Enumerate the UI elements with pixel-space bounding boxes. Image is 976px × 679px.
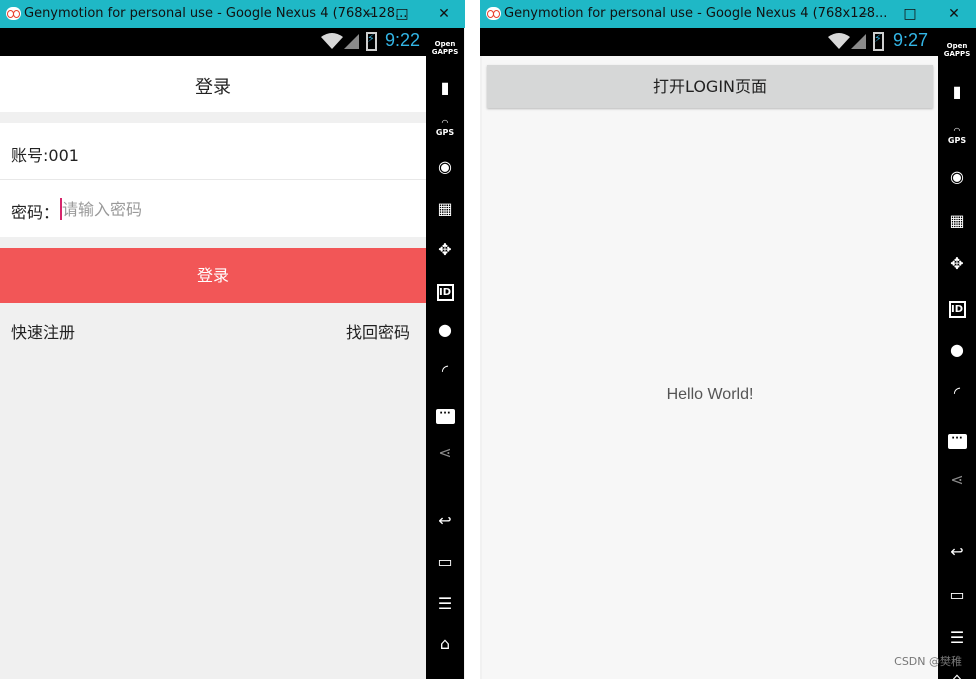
home-icon[interactable]: ⌂ [426,634,464,654]
recent-apps-icon[interactable]: ▭ [426,552,464,572]
wifi-icon [321,33,343,49]
title-bar: Genymotion for personal use - Google Nex… [480,0,976,28]
battery-icon[interactable]: ▮ [426,78,464,98]
webcam-icon[interactable]: ◉ [426,157,464,177]
menu-icon[interactable]: ☰ [426,594,464,614]
share-icon[interactable]: ⋖ [426,443,464,463]
sms-icon[interactable]: ··· [938,426,976,449]
password-row: 密码： [0,180,426,237]
close-button[interactable]: ✕ [938,3,970,25]
gps-icon[interactable]: ◠ GPS [426,118,464,138]
opengapps-icon[interactable]: Open GAPPS [426,40,464,56]
home-icon[interactable]: ⌂ [938,669,976,679]
recent-apps-icon[interactable]: ▭ [938,585,976,605]
genymotion-logo-icon [486,7,501,20]
identifiers-icon[interactable]: ID [426,280,464,301]
capture-icon[interactable]: ▦ [426,199,464,219]
disk-io-icon[interactable]: ● [426,320,464,340]
webcam-icon[interactable]: ◉ [938,167,976,187]
android-status-bar [0,28,426,56]
battery-status-icon [873,32,884,51]
app-header: 登录 [0,56,426,112]
battery-status-icon [366,32,377,51]
login-activity: 登录 账号:001 密码： 登录 快速注册 找回密码 [0,56,426,679]
login-button[interactable]: 登录 [0,248,426,303]
hello-text: Hello World! [666,386,754,403]
account-field[interactable]: 账号:001 [11,142,79,166]
status-time: 9:22 [385,30,421,50]
android-status-bar [480,28,938,56]
dpad-icon[interactable]: ✥ [938,254,976,274]
genymotion-toolbar: Open GAPPS ▮ ◠ GPS ◉ ▦ ✥ ID ● ◜ ··· ⋖ ↩ ▭ … [938,28,976,679]
main-activity: 打开LOGIN页面 Hello World! [482,56,938,679]
password-input[interactable] [62,194,362,224]
window-title: Genymotion for personal use - Google Nex… [24,6,408,21]
close-button[interactable]: ✕ [428,3,460,25]
capture-icon[interactable]: ▦ [938,211,976,231]
open-login-button[interactable]: 打开LOGIN页面 [487,65,933,108]
maximize-button[interactable]: □ [386,3,418,25]
watermark: CSDN @樊稚 [894,655,962,668]
maximize-button[interactable]: □ [894,3,926,25]
emulator-window-1: Genymotion for personal use - Google Nex… [0,0,465,679]
minimize-button[interactable]: – [354,3,386,25]
share-icon[interactable]: ⋖ [938,470,976,490]
disk-io-icon[interactable]: ● [938,340,976,360]
account-row: 账号:001 [0,123,426,180]
password-label: 密码： [11,203,60,222]
genymotion-toolbar: Open GAPPS ▮ ◠ GPS ◉ ▦ ✥ ID ● ◜ ··· ⋖ ↩ ▭ … [426,28,464,679]
minimize-button[interactable]: – [848,3,880,25]
sms-icon[interactable]: ··· [426,401,464,424]
signal-icon [851,34,866,49]
genymotion-logo-icon [6,7,21,20]
back-icon[interactable]: ↩ [938,542,976,562]
wifi-icon [828,33,850,49]
menu-icon[interactable]: ☰ [938,628,976,648]
identifiers-icon[interactable]: ID [938,297,976,318]
page-title: 登录 [195,77,231,98]
network-icon[interactable]: ◜ [938,383,976,403]
gps-icon[interactable]: ◠ GPS [938,126,976,146]
window-title: Genymotion for personal use - Google Nex… [504,6,888,21]
status-time: 9:27 [893,30,929,50]
back-icon[interactable]: ↩ [426,511,464,531]
login-form: 账号:001 密码： [0,123,426,237]
forgot-password-link[interactable]: 找回密码 [346,319,410,343]
emulator-window-2: Genymotion for personal use - Google Nex… [480,0,976,679]
network-icon[interactable]: ◜ [426,361,464,381]
battery-icon[interactable]: ▮ [938,82,976,102]
signal-icon [344,34,359,49]
register-link[interactable]: 快速注册 [11,319,75,343]
opengapps-icon[interactable]: Open GAPPS [938,42,976,58]
dpad-icon[interactable]: ✥ [426,240,464,260]
title-bar: Genymotion for personal use - Google Nex… [0,0,465,28]
